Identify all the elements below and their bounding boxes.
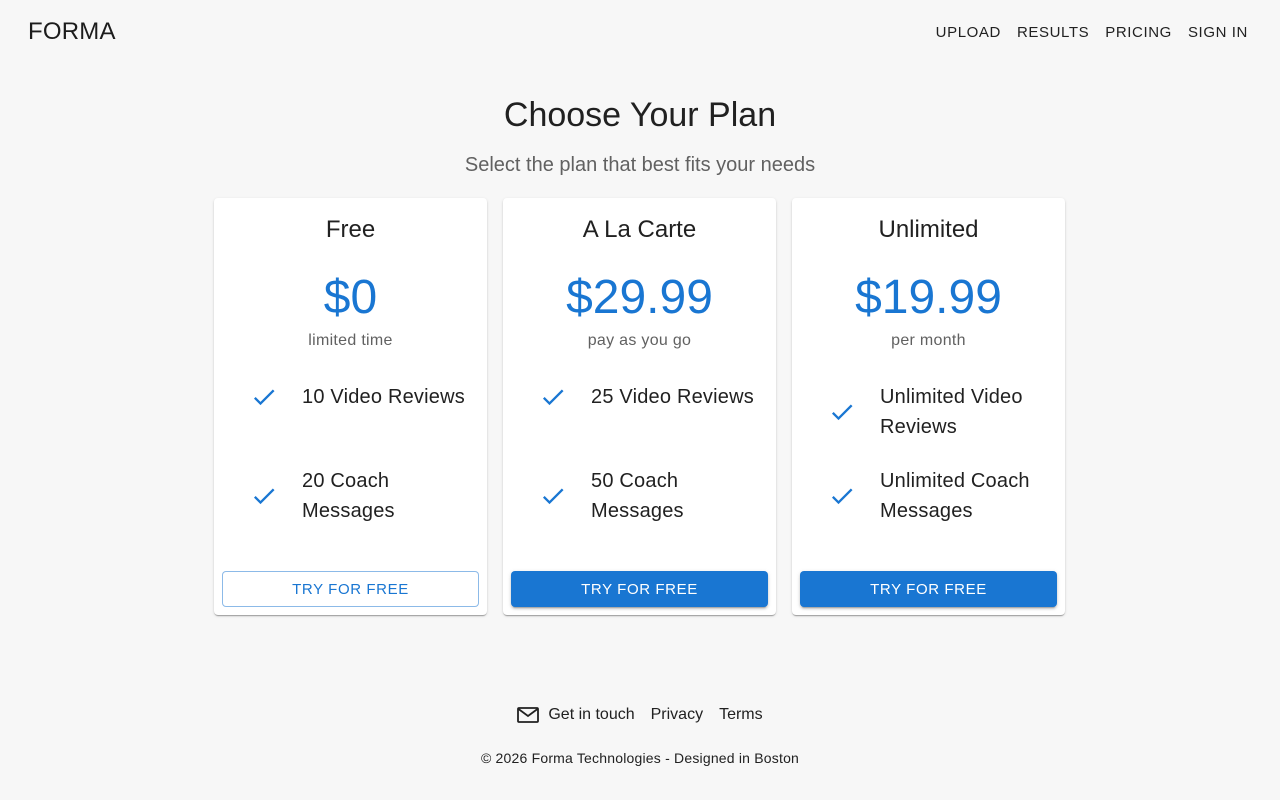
- plan-feature: 20 Coach Messages: [250, 466, 480, 526]
- page-subtitle: Select the plan that best fits your need…: [464, 154, 816, 176]
- plan-feature: Unlimited Coach Messages: [828, 466, 1058, 526]
- brand-logo[interactable]: FORMA: [28, 18, 116, 46]
- try-for-free-button[interactable]: TRY FOR FREE: [800, 571, 1057, 607]
- plan-card-free: Free $0 limited time 10 Video Reviews 20…: [214, 198, 487, 615]
- nav-results-link[interactable]: RESULTS: [1009, 24, 1097, 41]
- plan-period: pay as you go: [587, 332, 692, 349]
- footer-links: Get in touch Privacy Terms: [0, 706, 1280, 724]
- plan-price: $29.99: [566, 271, 713, 324]
- copyright-text: © 2026 Forma Technologies - Designed in …: [480, 750, 800, 766]
- plan-price: $19.99: [855, 271, 1002, 324]
- plan-name: A La Carte: [582, 216, 697, 243]
- check-icon: [831, 404, 853, 421]
- try-for-free-button[interactable]: TRY FOR FREE: [511, 571, 768, 607]
- check-icon: [831, 488, 853, 505]
- check-icon: [542, 389, 564, 406]
- nav-sign-in-link[interactable]: SIGN IN: [1180, 24, 1248, 41]
- plan-feature-text: Unlimited Video Reviews: [880, 386, 1023, 438]
- plan-feature-text: Unlimited Coach Messages: [880, 470, 1030, 522]
- plan-feature: Unlimited Video Reviews: [828, 382, 1058, 442]
- get-in-touch-label: Get in touch: [548, 706, 635, 723]
- mail-icon: [517, 707, 540, 723]
- plan-card-unlimited: Unlimited $19.99 per month Unlimited Vid…: [792, 198, 1065, 615]
- plan-feature: 50 Coach Messages: [539, 466, 769, 526]
- plan-period: limited time: [308, 332, 393, 349]
- check-icon: [253, 389, 275, 406]
- get-in-touch-link[interactable]: Get in touch: [517, 706, 635, 724]
- page-title: Choose Your Plan: [503, 96, 777, 134]
- main-nav: UPLOAD RESULTS PRICING SIGN IN: [928, 24, 1248, 41]
- plan-feature-text: 10 Video Reviews: [302, 386, 465, 408]
- plan-price: $0: [323, 271, 378, 324]
- terms-link[interactable]: Terms: [719, 706, 763, 724]
- top-app-bar: FORMA UPLOAD RESULTS PRICING SIGN IN: [0, 0, 1280, 64]
- nav-pricing-link[interactable]: PRICING: [1097, 24, 1180, 41]
- check-icon: [253, 488, 275, 505]
- plan-card-a-la-carte: A La Carte $29.99 pay as you go 25 Video…: [503, 198, 776, 615]
- plan-feature-text: 50 Coach Messages: [591, 470, 684, 522]
- plan-period: per month: [891, 332, 966, 349]
- plan-name: Unlimited: [878, 216, 979, 243]
- plan-feature: 10 Video Reviews: [250, 382, 480, 412]
- plan-feature-text: 25 Video Reviews: [591, 386, 754, 408]
- nav-upload-link[interactable]: UPLOAD: [928, 24, 1009, 41]
- privacy-link[interactable]: Privacy: [651, 706, 703, 724]
- plan-feature: 25 Video Reviews: [539, 382, 769, 412]
- check-icon: [542, 488, 564, 505]
- plan-feature-text: 20 Coach Messages: [302, 470, 395, 522]
- pricing-plans: Free $0 limited time 10 Video Reviews 20…: [214, 198, 1065, 615]
- try-for-free-button[interactable]: TRY FOR FREE: [222, 571, 479, 607]
- plan-name: Free: [325, 216, 376, 243]
